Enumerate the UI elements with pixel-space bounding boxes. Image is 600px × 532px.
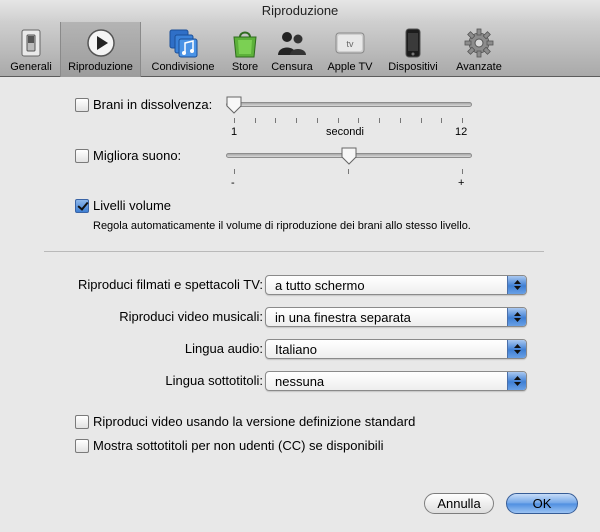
crossfade-checkbox[interactable] <box>75 98 89 112</box>
svg-text:tv: tv <box>346 39 354 49</box>
iphone-icon <box>405 28 421 58</box>
sound-enhancer-min-label: - <box>231 177 235 189</box>
slider-tick <box>275 118 277 123</box>
slider-tick <box>348 169 349 174</box>
movies-popup-value: a tutto schermo <box>275 278 365 293</box>
tab-label: Censura <box>271 61 313 73</box>
music-videos-popup-value: in una finestra separata <box>275 310 411 325</box>
closed-captions-checkbox[interactable] <box>75 439 89 453</box>
slider-tick <box>441 118 443 123</box>
music-videos-popup[interactable]: in una finestra separata <box>265 307 527 327</box>
tab-dispositivi[interactable]: Dispositivi <box>382 22 444 77</box>
tab-avanzate[interactable]: Avanzate <box>450 22 508 77</box>
slider-tick <box>337 118 339 123</box>
separator <box>44 251 544 252</box>
crossfade-slider-thumb[interactable] <box>226 96 242 114</box>
tab-label: Store <box>231 61 259 73</box>
popup-arrows-icon <box>507 276 526 294</box>
sound-enhancer-slider-thumb[interactable] <box>341 147 357 165</box>
sound-check-description: Regola automaticamente il volume di ripr… <box>93 220 471 232</box>
parental-icon <box>278 32 306 55</box>
shopping-bag-icon <box>233 31 257 58</box>
slider-tick <box>462 169 463 174</box>
audio-language-popup[interactable]: Italiano <box>265 339 527 359</box>
tab-condivisione[interactable]: Condivisione <box>146 22 220 77</box>
window-title: Riproduzione <box>0 0 600 22</box>
audio-language-popup-label: Lingua audio: <box>184 341 263 356</box>
crossfade-unit-label: secondi <box>326 126 364 138</box>
tab-apple-tv[interactable]: tv Apple TV <box>322 22 378 77</box>
popup-arrows-icon <box>507 372 526 390</box>
slider-tick <box>254 118 256 123</box>
slider-tick <box>399 118 401 123</box>
popup-arrows-icon <box>507 308 526 326</box>
tab-censura[interactable]: Censura <box>268 22 316 77</box>
music-videos-popup-label: Riproduci video musicali: <box>119 309 263 324</box>
slider-tick <box>379 118 381 123</box>
sound-enhancer-max-label: + <box>458 177 465 189</box>
closed-captions-label: Mostra sottotitoli per non udenti (CC) s… <box>93 438 384 453</box>
tab-label: Dispositivi <box>388 61 438 73</box>
slider-tick <box>358 118 360 123</box>
slider-tick <box>234 169 235 174</box>
sound-check-checkbox[interactable] <box>75 199 89 213</box>
slider-tick <box>234 118 235 123</box>
tab-label: Avanzate <box>456 61 502 73</box>
slider-tick <box>316 118 318 123</box>
cancel-button[interactable]: Annulla <box>424 493 494 514</box>
preferences-window: Riproduzione Generali Riproduzione Condi… <box>0 0 600 532</box>
switch-icon <box>21 29 41 57</box>
popup-arrows-icon <box>507 340 526 358</box>
movies-popup-label: Riproduci filmati e spettacoli TV: <box>78 277 263 292</box>
standard-definition-checkbox[interactable] <box>75 415 89 429</box>
movies-popup[interactable]: a tutto schermo <box>265 275 527 295</box>
tab-label: Generali <box>10 61 52 73</box>
tab-store[interactable]: Store <box>226 22 264 77</box>
crossfade-min-label: 1 <box>231 126 238 138</box>
subtitle-language-popup-label: Lingua sottotitoli: <box>165 373 263 388</box>
appletv-icon: tv <box>335 32 365 54</box>
audio-language-popup-value: Italiano <box>275 342 317 357</box>
crossfade-label: Brani in dissolvenza: <box>93 97 213 112</box>
preferences-toolbar: Generali Riproduzione Condivisione Store… <box>0 22 600 77</box>
tab-generali[interactable]: Generali <box>4 22 58 77</box>
slider-tick <box>296 118 298 123</box>
tab-label: Condivisione <box>151 61 215 73</box>
slider-tick <box>420 118 422 123</box>
tab-label: Riproduzione <box>68 61 133 73</box>
gear-icon <box>464 28 494 58</box>
slider-tick <box>462 118 463 123</box>
sound-enhancer-label: Migliora suono: <box>93 148 182 163</box>
standard-definition-label: Riproduci video usando la versione defin… <box>93 414 416 429</box>
ok-button[interactable]: OK <box>506 493 578 514</box>
play-icon <box>86 29 115 57</box>
subtitle-language-popup[interactable]: nessuna <box>265 371 527 391</box>
crossfade-max-label: 12 <box>455 126 468 138</box>
music-sharing-icon <box>169 29 198 58</box>
subtitle-language-popup-value: nessuna <box>275 374 325 389</box>
tab-riproduzione[interactable]: Riproduzione <box>60 22 141 77</box>
crossfade-slider[interactable] <box>226 102 472 107</box>
sound-enhancer-checkbox[interactable] <box>75 149 89 163</box>
sound-check-label: Livelli volume <box>93 198 172 213</box>
tab-label: Apple TV <box>327 61 373 73</box>
